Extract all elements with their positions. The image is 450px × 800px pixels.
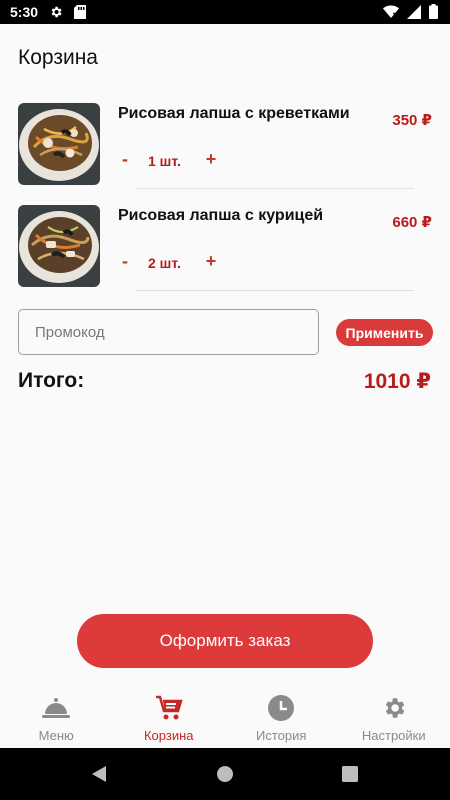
cart-item: Рисовая лапша с курицей 660 ₽ - 2 шт. + bbox=[18, 205, 432, 295]
total-label: Итого: bbox=[18, 369, 85, 392]
bottom-nav: Меню Корзина История Настройки bbox=[0, 688, 450, 746]
checkout-button[interactable]: Оформить заказ bbox=[77, 614, 373, 668]
cloche-icon bbox=[42, 694, 71, 722]
item-divider bbox=[135, 188, 414, 189]
item-price: 660 ₽ bbox=[392, 214, 432, 231]
item-quantity: 1 шт. bbox=[148, 153, 181, 169]
signal-icon bbox=[407, 4, 421, 24]
nav-item-cart[interactable]: Корзина bbox=[113, 688, 226, 746]
nav-label: История bbox=[256, 728, 307, 743]
back-icon[interactable] bbox=[89, 764, 109, 784]
item-name: Рисовая лапша с курицей bbox=[118, 207, 324, 224]
increase-quantity-button[interactable]: + bbox=[201, 251, 221, 272]
nav-label: Настройки bbox=[361, 728, 426, 743]
item-quantity: 2 шт. bbox=[148, 255, 181, 271]
status-right-icons bbox=[383, 4, 438, 24]
wifi-off-icon bbox=[383, 5, 399, 24]
nav-label: Корзина bbox=[143, 728, 194, 743]
promo-code-input[interactable] bbox=[18, 309, 319, 355]
nav-item-history[interactable]: История bbox=[225, 688, 338, 746]
increase-quantity-button[interactable]: + bbox=[201, 149, 221, 170]
total-value: 1010 ₽ bbox=[363, 370, 431, 393]
settings-notification-icon bbox=[48, 4, 64, 20]
system-nav-bar bbox=[0, 748, 450, 800]
clock-icon bbox=[267, 694, 295, 722]
recents-icon[interactable] bbox=[340, 764, 360, 784]
home-icon[interactable] bbox=[215, 764, 235, 784]
nav-item-settings[interactable]: Настройки bbox=[338, 688, 450, 746]
gear-icon bbox=[380, 694, 408, 722]
item-name: Рисовая лапша с креветками bbox=[118, 105, 350, 122]
apply-promo-button[interactable]: Применить bbox=[336, 319, 433, 346]
status-time: 5:30 bbox=[10, 4, 39, 20]
item-price: 350 ₽ bbox=[392, 112, 432, 129]
nav-label: Меню bbox=[38, 728, 74, 743]
cart-icon bbox=[155, 694, 183, 722]
cart-item: Рисовая лапша с креветками 350 ₽ - 1 шт.… bbox=[18, 103, 432, 193]
decrease-quantity-button[interactable]: - bbox=[115, 251, 135, 272]
battery-icon bbox=[429, 4, 438, 24]
noodles-chicken-image bbox=[18, 205, 100, 287]
noodles-shrimp-image bbox=[18, 103, 100, 185]
sd-card-icon bbox=[72, 4, 88, 20]
item-divider bbox=[135, 290, 414, 291]
nav-item-menu[interactable]: Меню bbox=[0, 688, 113, 746]
status-bar: 5:30 bbox=[0, 0, 450, 24]
decrease-quantity-button[interactable]: - bbox=[115, 149, 135, 170]
page-title: Корзина bbox=[18, 46, 98, 69]
